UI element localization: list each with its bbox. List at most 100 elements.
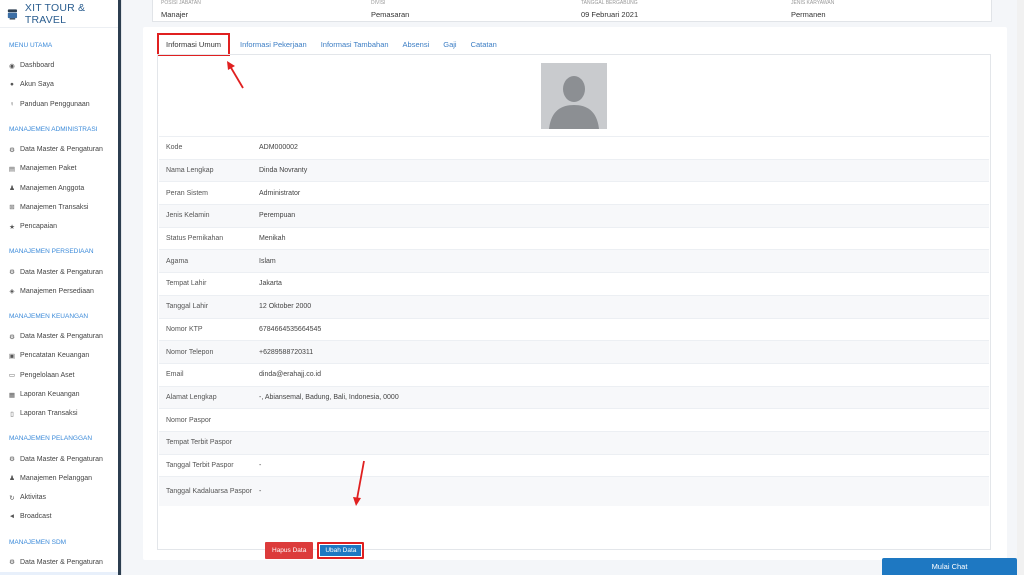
sidebar-item-label: Akun Saya [20,81,54,89]
division-value: Pemasaran [371,10,410,19]
sidebar-item-pengelolaan-aset[interactable]: ▭ Pengelolaan Aset [0,366,121,385]
sidebar-item-akun-saya[interactable]: ● Akun Saya [0,75,121,94]
detail-label: Alamat Lengkap [166,393,217,401]
position-label: POSISI JABATAN [161,0,201,6]
sidebar-item-manajemen-anggota[interactable]: ♟ Manajemen Anggota [0,178,121,197]
summary-join-date: TANGGAL BERGABUNG 09 Februari 2021 [581,0,638,20]
detail-row-nomor-paspor: Nomor Paspor [159,408,989,431]
detail-label: Nomor KTP [166,325,203,333]
cogs-icon: ⚙ [9,456,15,464]
sidebar-group-title: MANAJEMEN PELANGGAN [9,435,93,443]
sidebar-item-data-master-pengaturan[interactable]: ⚙ Data Master & Pengaturan [0,553,121,572]
edit-button[interactable]: Ubah Data [317,542,365,559]
scrollbar[interactable] [1017,0,1024,575]
tab-informasi-umum[interactable]: Informasi Umum [157,32,231,56]
detail-row-nomor-telepon: Nomor Telepon +6289588720311 [159,340,989,363]
report-icon: ▦ [8,391,16,399]
sidebar-item-label: Pengelolaan Aset [20,371,75,379]
position-value: Manajer [161,10,189,19]
sidebar-item-broadcast[interactable]: ◄ Broadcast [0,507,121,526]
sidebar-item-manajemen-pelanggan[interactable]: ♟ Manajemen Pelanggan [0,469,121,488]
detail-value: 12 Oktober 2000 [259,303,312,311]
detail-row-tempat-terbit-paspor: Tempat Terbit Paspor [159,430,989,454]
file-icon: ▯ [10,410,14,418]
sidebar-item-data-master-pengaturan[interactable]: ⚙ Data Master & Pengaturan [0,262,121,281]
money-icon: ▣ [8,352,16,360]
sidebar-item-panduan-penggunaan[interactable]: ♀ Panduan Penggunaan [0,95,121,114]
sidebar-item-dashboard[interactable]: ◉ Dashboard [0,56,121,75]
sidebar-item-label: Pencapaian [20,223,57,231]
users-icon: ♟ [9,475,15,483]
sidebar-item-label: Data Master & Pengaturan [20,146,103,154]
person-silhouette-icon [541,63,607,129]
detail-row-nama-lengkap: Nama Lengkap Dinda Novranty [159,158,989,182]
detail-row-agama: Agama Islam [159,249,989,273]
join-date-label: TANGGAL BERGABUNG [581,0,638,6]
detail-label: Tanggal Kadaluarsa Paspor [166,488,253,496]
summary-position: POSISI JABATAN Manajer [161,0,201,20]
delete-button[interactable]: Hapus Data [265,542,314,559]
cogs-icon: ⚙ [9,146,15,154]
detail-label: Tanggal Lahir [166,303,209,311]
brand[interactable]: XIT TOUR & TRAVEL [0,0,121,28]
sidebar-item-data-master-pengaturan[interactable]: ⚙ Data Master & Pengaturan [0,140,121,159]
detail-row-tempat-lahir: Tempat Lahir Jakarta [159,272,989,295]
tab-informasi-pekerjaan[interactable]: Informasi Pekerjaan [240,36,307,53]
sidebar-item-pencapaian[interactable]: ★ Pencapaian [0,217,121,236]
sidebar-item-label: Manajemen Paket [20,165,77,173]
sidebar-group-title: MANAJEMEN SDM [9,538,67,546]
sidebar-item-label: Manajemen Persediaan [20,287,94,295]
detail-label: Peran Sistem [166,189,209,197]
type-value: Permanen [791,10,826,19]
sidebar-edge [118,0,121,575]
sidebar-item-manajemen-paket[interactable]: ▤ Manajemen Paket [0,159,121,178]
app-title: XIT TOUR & TRAVEL [24,1,86,26]
detail-value: ADM000002 [259,144,298,152]
sidebar-item-pencatatan-keuangan[interactable]: ▣ Pencatatan Keuangan [0,346,121,365]
type-label: JENIS KARYAWAN [791,0,835,6]
sidebar-item-laporan-keuangan[interactable]: ▦ Laporan Keuangan [0,385,121,404]
detail-label: Nomor Paspor [166,416,212,424]
detail-value: dinda@erahajj.co.id [259,371,321,379]
tab-informasi-tambahan[interactable]: Informasi Tambahan [321,36,389,53]
sidebar-item-aktivitas[interactable]: ↻ Aktivitas [0,488,121,507]
logo-icon [7,8,18,20]
sidebar-item-manajemen-transaksi[interactable]: ⊞ Manajemen Transaksi [0,198,121,217]
detail-label: Jenis Kelamin [166,212,210,220]
sidebar-item-data-master-pengaturan[interactable]: ⚙ Data Master & Pengaturan [0,449,121,468]
detail-value: Dinda Novranty [259,167,308,175]
sidebar-group-title: MANAJEMEN KEUANGAN [9,312,89,320]
detail-table: Kode ADM000002 Nama Lengkap Dinda Novranty P… [159,136,989,507]
detail-row-kode: Kode ADM000002 [159,136,989,159]
sidebar-item-manajemen-persediaan[interactable]: ◈ Manajemen Persediaan [0,282,121,301]
division-label: DIVISI [371,0,386,6]
summary-type: JENIS KARYAWAN Permanen [791,0,834,20]
sidebar-item-laporan-transaksi[interactable]: ▯ Laporan Transaksi [0,404,121,423]
star-icon: ★ [9,223,15,231]
detail-row-jenis-kelamin: Jenis Kelamin Perempuan [159,204,989,227]
sidebar-item-label: Pencatatan Keuangan [20,352,90,360]
tab-gaji[interactable]: Gaji [443,36,456,53]
tab-absensi[interactable]: Absensi [403,36,430,53]
start-chat-button[interactable]: Mulai Chat [882,558,1017,575]
detail-row-peran-sistem: Peran Sistem Administrator [159,181,989,204]
detail-value: - [259,461,262,469]
sidebar-item-label: Panduan Penggunaan [20,100,90,108]
sidebar-item-label: Data Master & Pengaturan [20,333,103,341]
tab-catatan[interactable]: Catatan [471,36,497,53]
detail-row-status-pernikahan: Status Pernikahan Menikah [159,226,989,250]
detail-label: Nama Lengkap [166,167,214,175]
sidebar-item-data-master-pengaturan[interactable]: ⚙ Data Master & Pengaturan [0,327,121,346]
bullhorn-icon: ◄ [8,513,16,521]
dashboard-icon: ◉ [9,62,15,70]
sidebar-item-label: Aktivitas [20,494,47,502]
detail-value: Islam [259,257,276,265]
cart-icon: ⊞ [9,204,15,212]
sidebar-menu: MENU UTAMA ◉ Dashboard ● Akun Saya ♀ Panduan P… [0,36,121,575]
annotation-arrow-tab [227,61,244,89]
sidebar-item-label: Manajemen Anggota [20,184,85,192]
sidebar-item-label: Dashboard [20,62,55,70]
action-buttons: Hapus Data Ubah Data [265,542,365,559]
sidebar-item-label: Manajemen Pelanggan [20,474,92,482]
detail-row-email: Email dinda@erahajj.co.id [159,362,989,386]
